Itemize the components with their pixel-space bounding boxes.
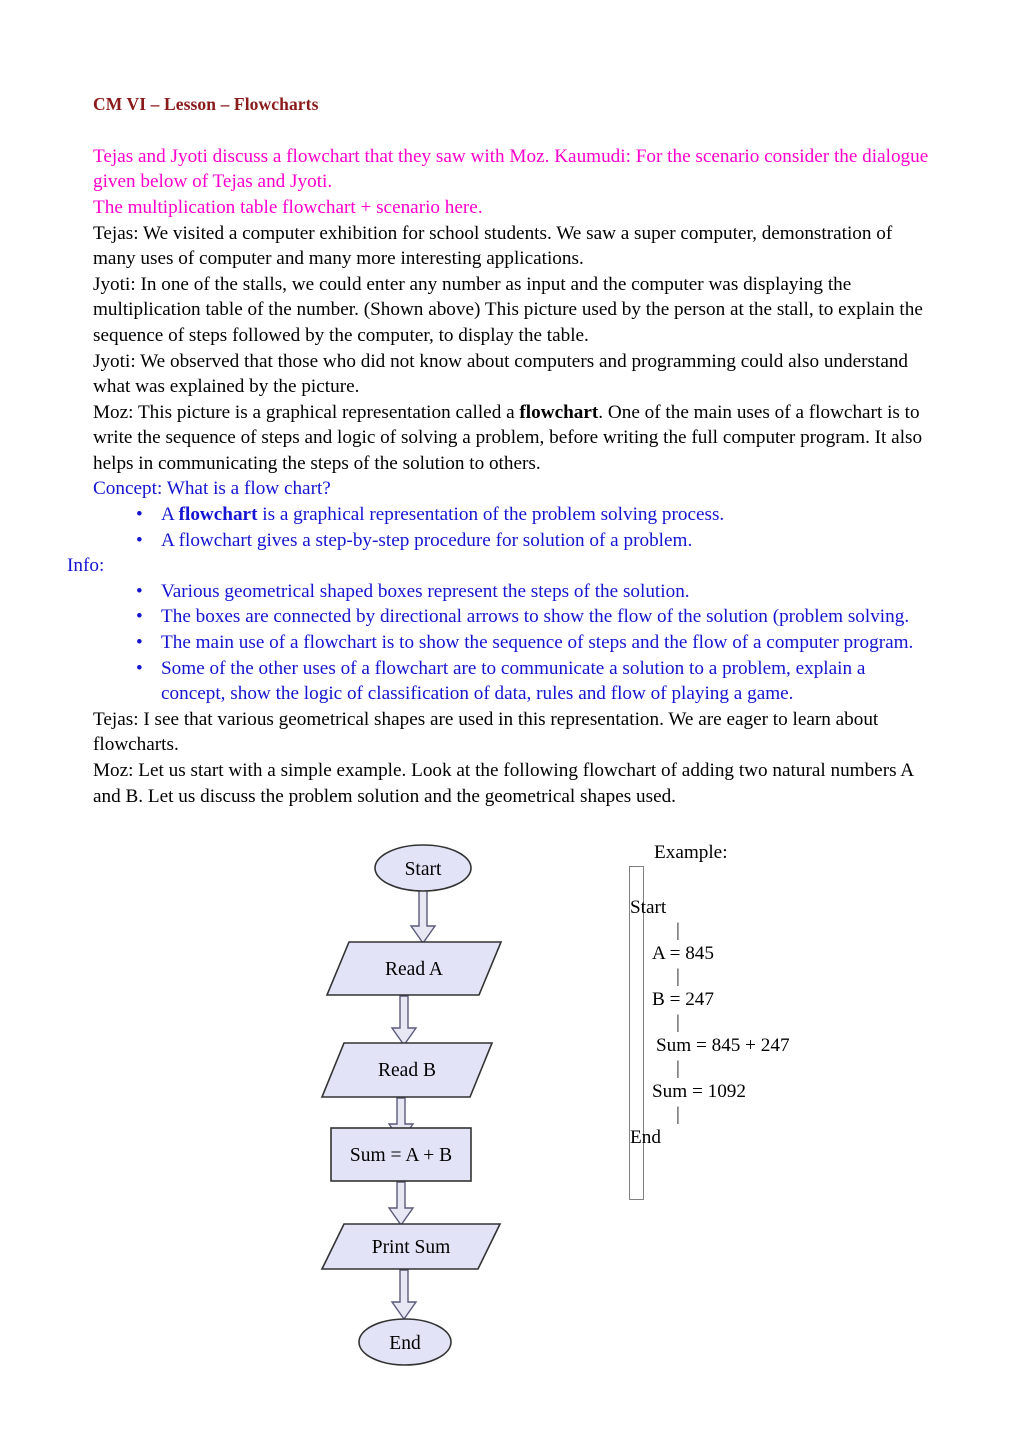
paragraph-tejas-2: Tejas: I see that various geometrical sh… [93, 708, 879, 756]
paragraph-moz-2: Moz: Let us start with a simple example.… [93, 760, 914, 807]
flow-node-sum-label: Sum = A + B [350, 1145, 452, 1166]
flow-node-read-a-label: Read A [385, 959, 443, 980]
info-label: Info: [67, 555, 105, 577]
bullet-icon: • [136, 580, 143, 602]
list-item: • Some of the other uses of a flowchart a… [93, 656, 931, 707]
example-step-list: Start | A = 845 | B = 247 | Sum = 845 + … [630, 896, 910, 1149]
flow-node-read-a: Read A [325, 941, 503, 996]
bullet-text: A flowchart gives a step-by-step procedu… [161, 529, 693, 551]
flow-node-read-b-label: Read B [378, 1060, 436, 1081]
flow-node-start-label: Start [405, 859, 442, 880]
title-spacer [93, 116, 931, 144]
bullet-icon: • [136, 529, 143, 551]
bullet-text: Various geometrical shaped boxes represe… [161, 580, 690, 602]
example-step: B = 247 [652, 989, 714, 1010]
document-page: CM VI – Lesson – Flowcharts Tejas and Jy… [0, 0, 1020, 1443]
example-step: End [630, 1127, 661, 1148]
list-item: • A flowchart is a graphical representati… [93, 502, 931, 528]
flow-node-print: Print Sum [320, 1223, 502, 1270]
concept-heading: Concept: What is a flow chart? [93, 478, 331, 500]
bullet-icon: • [136, 606, 143, 628]
intro-paragraph-1: Tejas and Jyoti discuss a flowchart that… [93, 145, 929, 193]
list-item: • Various geometrical shaped boxes repres… [93, 579, 931, 605]
arrow-read-a-to-read-b [390, 995, 418, 1047]
bullet-text: Some of the other uses of a flowchart ar… [161, 657, 866, 705]
concept-bullet-list: • A flowchart is a graphical representati… [93, 502, 931, 553]
flow-node-end-label: End [389, 1333, 421, 1354]
bullet-text-before: A [161, 504, 179, 526]
example-title: Example: [654, 842, 728, 863]
paragraph-tejas-1: Tejas: We visited a computer exhibition … [93, 222, 893, 270]
example-step: Start [630, 897, 667, 918]
arrow-sum-to-print [387, 1181, 415, 1227]
bullet-text: The boxes are connected by directional a… [161, 606, 910, 628]
info-bullet-list: • Various geometrical shaped boxes repres… [93, 579, 931, 707]
flow-node-sum: Sum = A + B [330, 1127, 472, 1182]
bullet-icon: • [136, 504, 143, 526]
flow-node-start: Start [374, 844, 472, 892]
moz-text-before: Moz: This picture is a graphical represe… [93, 401, 520, 423]
example-connector: | [676, 1012, 680, 1033]
arrow-print-to-end [390, 1269, 418, 1321]
page-title: CM VI – Lesson – Flowcharts [93, 94, 319, 114]
paragraph-jyoti-1: Jyoti: In one of the stalls, we could en… [93, 273, 923, 346]
bullet-icon: • [136, 657, 143, 679]
example-step: Sum = 1092 [652, 1081, 746, 1102]
flow-node-print-label: Print Sum [372, 1237, 451, 1258]
bullet-text: The main use of a flowchart is to show t… [161, 632, 914, 654]
bullet-bold-flowchart: flowchart [178, 504, 258, 526]
document-body: CM VI – Lesson – Flowcharts Tejas and Jy… [67, 93, 931, 809]
list-item: • The main use of a flowchart is to show … [93, 630, 931, 656]
example-connector: | [676, 1104, 680, 1125]
moz-bold-flowchart: flowchart [519, 401, 599, 423]
flow-node-end: End [358, 1318, 452, 1366]
bullet-icon: • [136, 632, 143, 654]
example-connector: | [676, 1058, 680, 1079]
intro-paragraph-2: The multiplication table flowchart + sce… [93, 196, 483, 218]
list-item: • A flowchart gives a step-by-step proced… [93, 528, 931, 554]
example-step: Sum = 845 + 247 [656, 1035, 790, 1056]
bullet-text-after: is a graphical representation of the pro… [257, 504, 725, 526]
paragraph-jyoti-2: Jyoti: We observed that those who did no… [93, 350, 909, 398]
example-step: A = 845 [652, 943, 714, 964]
paragraph-moz-1: Moz: This picture is a graphical represe… [93, 400, 931, 477]
example-trace-panel: Example: Start | A = 845 | B = 247 | Sum… [618, 840, 918, 1210]
flow-node-read-b: Read B [320, 1042, 494, 1098]
arrow-start-to-read-a [409, 887, 437, 945]
example-connector: | [676, 966, 680, 987]
list-item: • The boxes are connected by directional … [93, 604, 931, 630]
example-connector: | [676, 920, 680, 941]
